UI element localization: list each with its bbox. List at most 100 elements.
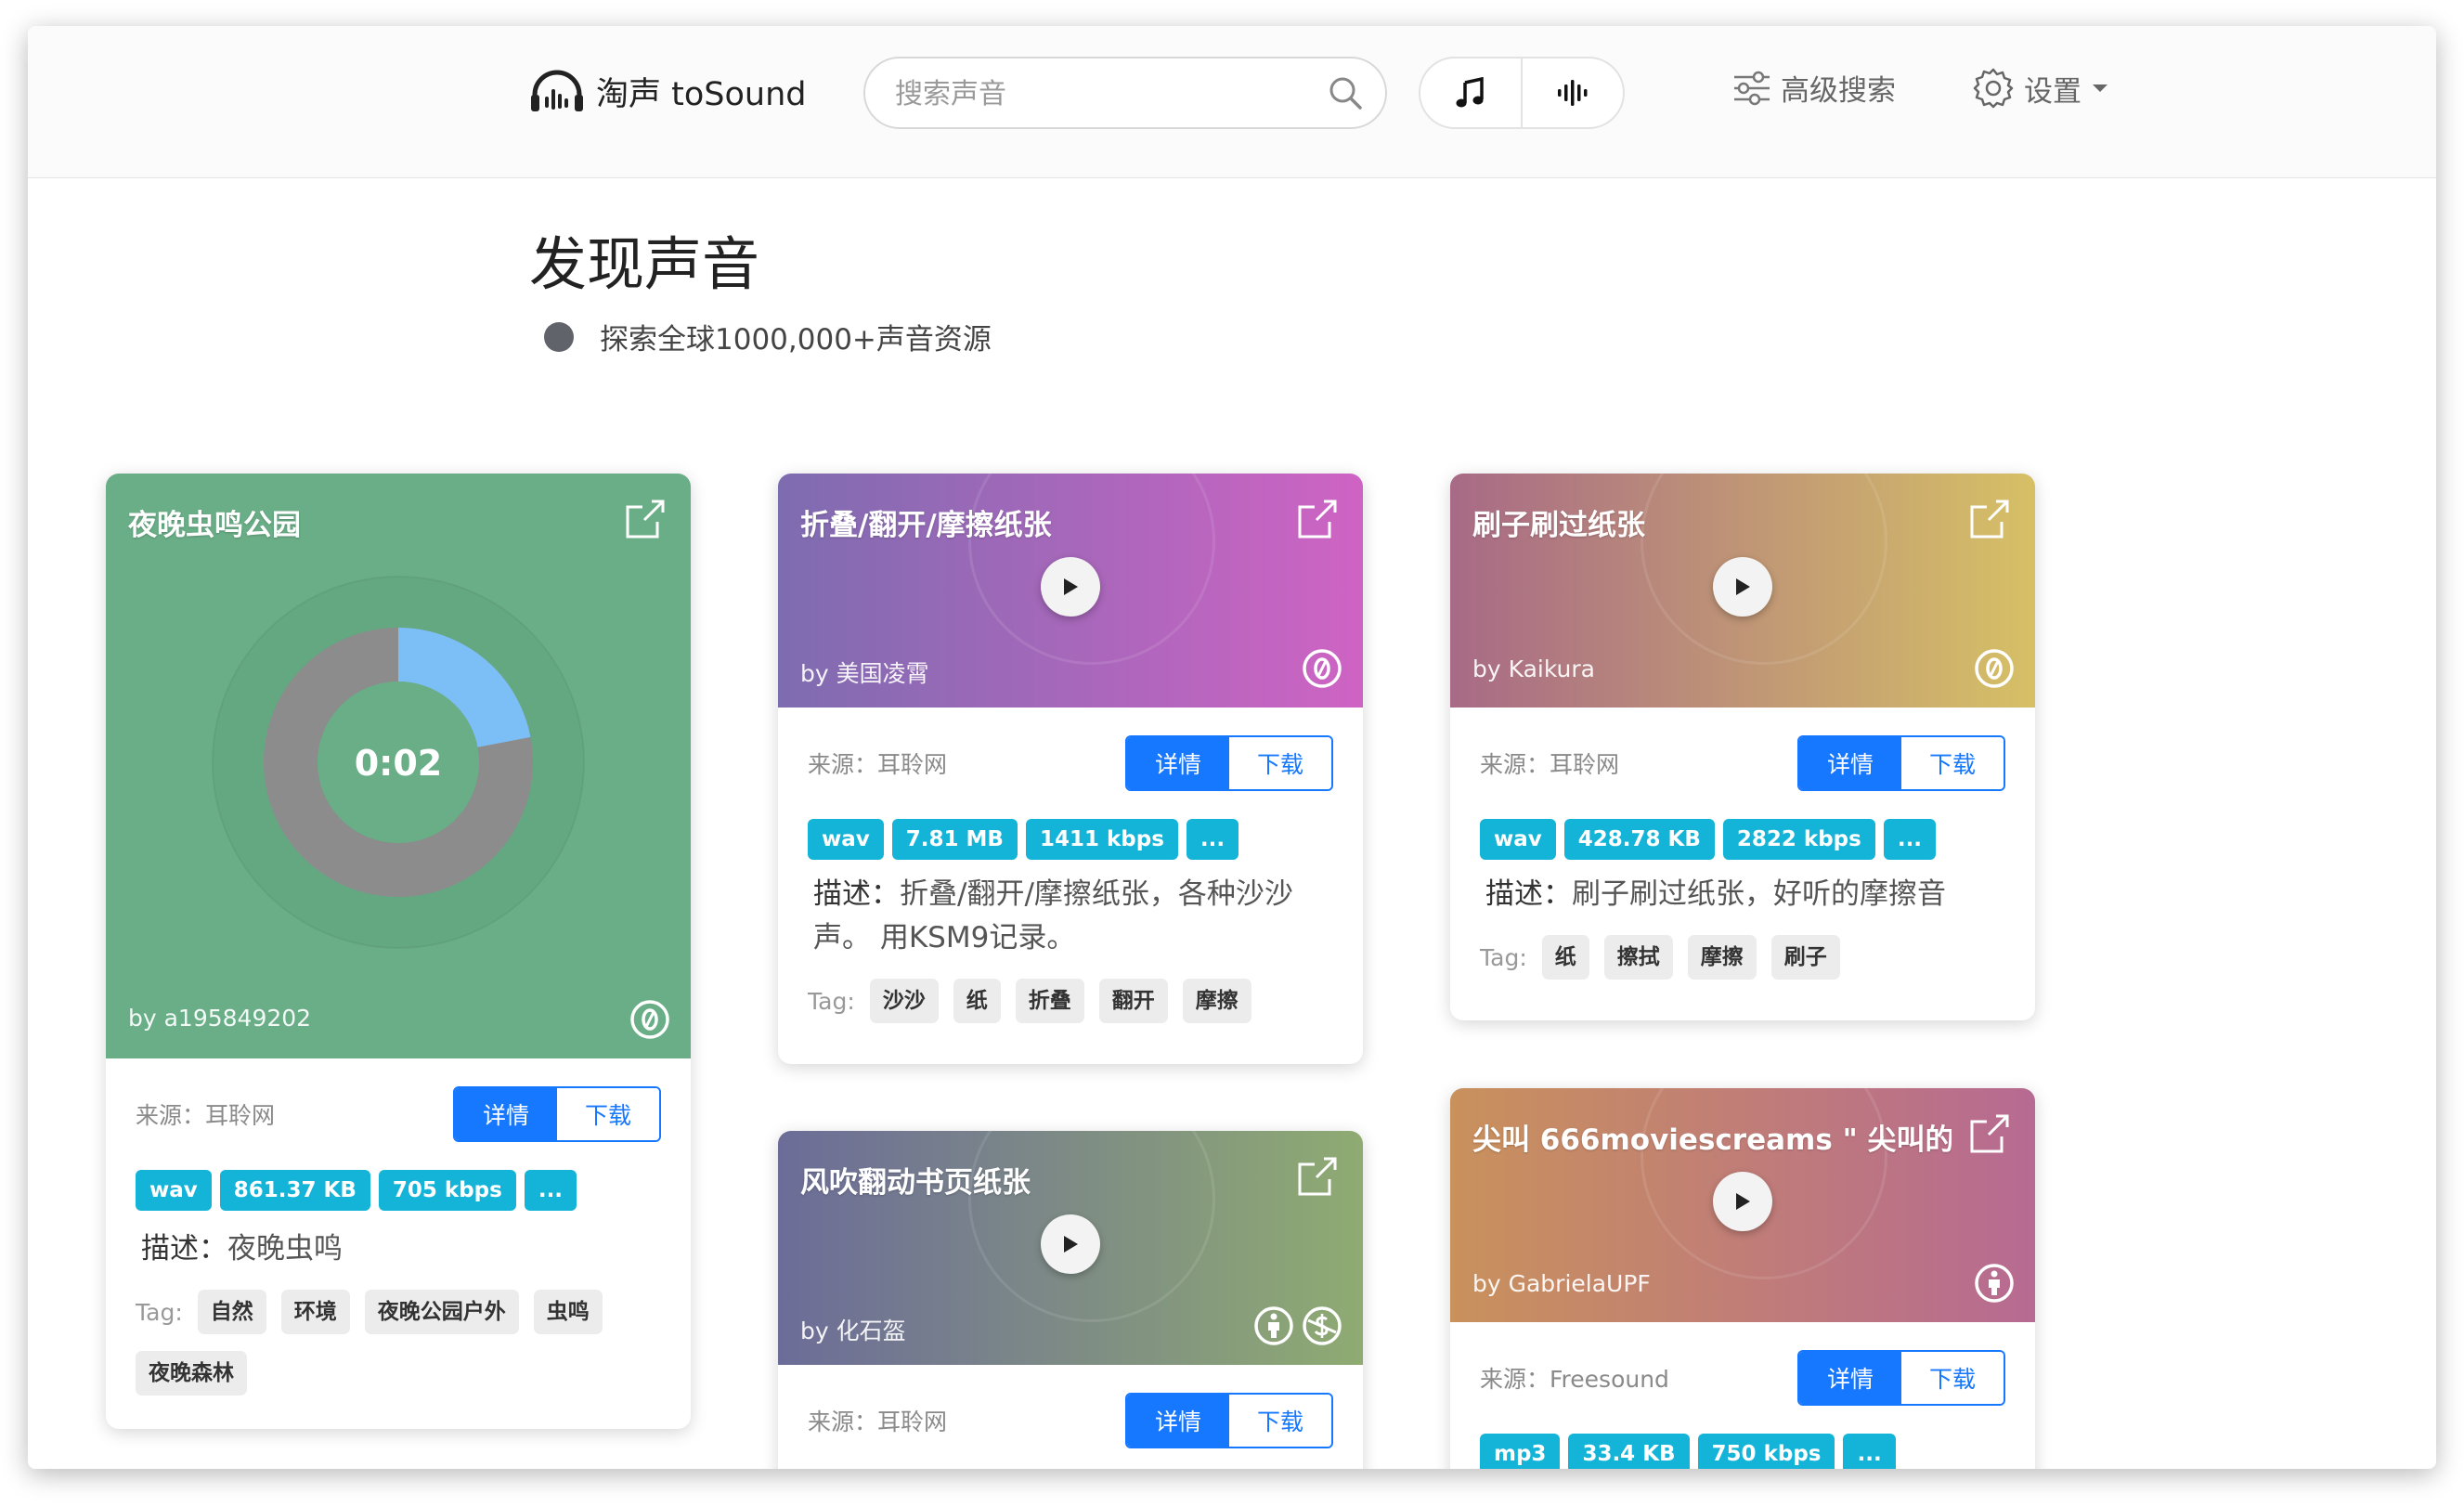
- detail-button[interactable]: 详情: [1799, 737, 1901, 789]
- card-body: 来源：耳聆网 详情 下载 wav 428.78 KB 2822 kbps ...…: [1450, 708, 2035, 1020]
- sound-title[interactable]: 风吹翻动书页纸张: [800, 1159, 1279, 1201]
- card-header: 夜晚虫鸣公园 0:02 by a195849202: [106, 474, 691, 1058]
- size-badge: 7.81 MB: [891, 819, 1018, 860]
- description: 描述：夜晚虫鸣: [136, 1227, 661, 1271]
- search-mode-toggle: [1419, 57, 1625, 129]
- tag-chip[interactable]: 虫鸣: [533, 1290, 603, 1334]
- sliders-icon: [1734, 71, 1770, 105]
- detail-button[interactable]: 详情: [1799, 1352, 1901, 1404]
- sound-card: 折叠/翻开/摩擦纸张 by 美国凌霄 来源：耳聆网 详情 下载 wav 7.81…: [778, 474, 1363, 1064]
- music-mode-button[interactable]: [1420, 58, 1521, 127]
- play-icon: [1736, 578, 1750, 595]
- attribution-icon[interactable]: [1974, 1263, 2015, 1304]
- sound-title[interactable]: 折叠/翻开/摩擦纸张: [800, 501, 1279, 543]
- main-content: 发现声音 探索全球1000,000+声音资源 夜晚虫鸣公园 0:02 by a1…: [28, 178, 2436, 1469]
- browser-page: 淘声 toSound 搜索声音 高级搜索 设置 发现声音 探索全球1000,00…: [28, 26, 2436, 1469]
- author-name[interactable]: by a195849202: [128, 1005, 311, 1032]
- search-icon[interactable]: [1328, 75, 1363, 110]
- sound-card: 风吹翻动书页纸张 by 化石盔 来源：耳聆网 详情 下载: [778, 1131, 1363, 1469]
- tag-chip[interactable]: 纸: [953, 979, 1001, 1023]
- bitrate-badge: 1411 kbps: [1025, 819, 1178, 860]
- download-button[interactable]: 下载: [1229, 737, 1331, 789]
- play-icon: [1736, 1193, 1750, 1210]
- sound-title[interactable]: 尖叫 666moviescreams " 尖叫的女人: [1472, 1116, 1952, 1158]
- cc0-icon[interactable]: [629, 999, 670, 1040]
- download-button[interactable]: 下载: [1901, 737, 2004, 789]
- play-button[interactable]: [1713, 1172, 1772, 1231]
- action-buttons: 详情 下载: [1797, 1350, 2005, 1406]
- brand-logo[interactable]: 淘声 toSound: [529, 67, 806, 115]
- music-note-icon: [1456, 77, 1484, 108]
- author-name[interactable]: by 化石盔: [800, 1313, 906, 1346]
- source-row: 来源：Freesound 详情 下载: [1480, 1322, 2005, 1406]
- download-button[interactable]: 下载: [1229, 1395, 1331, 1447]
- external-link-icon[interactable]: [1296, 1155, 1339, 1198]
- tag-label: Tag:: [136, 1298, 183, 1326]
- sound-card: 刷子刷过纸张 by Kaikura 来源：耳聆网 详情 下载 wav 428.7…: [1450, 474, 2035, 1020]
- author-name[interactable]: by 美国凌霄: [800, 656, 929, 689]
- tag-chip[interactable]: 折叠: [1015, 979, 1084, 1023]
- tag-list: Tag: 沙沙 纸 折叠 翻开 摩擦: [808, 979, 1333, 1064]
- more-info-badge[interactable]: ...: [1186, 819, 1239, 860]
- description-label: 描述：: [1485, 877, 1572, 911]
- external-link-icon[interactable]: [1968, 498, 2011, 540]
- format-badge: wav: [808, 819, 884, 860]
- bitrate-badge: 2822 kbps: [1722, 819, 1875, 860]
- tag-chip[interactable]: 摩擦: [1687, 935, 1757, 980]
- card-header: 折叠/翻开/摩擦纸张 by 美国凌霄: [778, 474, 1363, 708]
- size-badge: 33.4 KB: [1568, 1434, 1690, 1469]
- external-link-icon[interactable]: [1296, 498, 1339, 540]
- tag-chip[interactable]: 夜晚公园户外: [364, 1290, 519, 1334]
- attribution-icon[interactable]: [1253, 1305, 1294, 1346]
- more-info-badge[interactable]: ...: [524, 1170, 577, 1211]
- description-label: 描述：: [141, 1232, 227, 1266]
- sound-title[interactable]: 刷子刷过纸张: [1472, 501, 1952, 543]
- bitrate-badge: 750 kbps: [1697, 1434, 1835, 1469]
- file-info-badges: mp3 33.4 KB 750 kbps ...: [1480, 1434, 2005, 1469]
- tag-chip[interactable]: 环境: [280, 1290, 350, 1334]
- advanced-search-label: 高级搜索: [1781, 74, 1896, 108]
- license-icons: [1302, 648, 1342, 689]
- external-link-icon[interactable]: [624, 498, 667, 540]
- license-icons: [1974, 1263, 2015, 1304]
- format-badge: wav: [1480, 819, 1556, 860]
- detail-button[interactable]: 详情: [1127, 1395, 1229, 1447]
- sound-title[interactable]: 夜晚虫鸣公园: [128, 501, 607, 543]
- settings-dropdown[interactable]: 设置: [1972, 67, 2109, 110]
- play-button[interactable]: [1713, 557, 1772, 617]
- tag-chip[interactable]: 摩擦: [1182, 979, 1251, 1023]
- card-header: 刷子刷过纸张 by Kaikura: [1450, 474, 2035, 708]
- detail-button[interactable]: 详情: [455, 1088, 557, 1140]
- tag-label: Tag:: [1480, 943, 1527, 971]
- cc0-icon[interactable]: [1974, 648, 2015, 689]
- cc0-icon[interactable]: [1302, 648, 1342, 689]
- play-button[interactable]: [1041, 557, 1100, 617]
- bullet-dot: [544, 321, 574, 352]
- description-text: 刷子刷过纸张，好听的摩擦音: [1572, 877, 1946, 911]
- download-button[interactable]: 下载: [557, 1088, 659, 1140]
- tag-chip[interactable]: 沙沙: [869, 979, 939, 1023]
- author-name[interactable]: by Kaikura: [1472, 656, 1595, 682]
- tag-chip[interactable]: 自然: [197, 1290, 266, 1334]
- external-link-icon[interactable]: [1968, 1112, 2011, 1155]
- tag-chip[interactable]: 擦拭: [1603, 935, 1673, 980]
- tag-chip[interactable]: 刷子: [1770, 935, 1840, 980]
- card-body: 来源：耳聆网 详情 下载 wav 861.37 KB 705 kbps ... …: [106, 1058, 691, 1429]
- search-input[interactable]: [893, 68, 1305, 120]
- tag-chip[interactable]: 纸: [1541, 935, 1589, 980]
- file-info-badges: wav 428.78 KB 2822 kbps ...: [1480, 819, 2005, 860]
- download-button[interactable]: 下载: [1901, 1352, 2004, 1404]
- detail-button[interactable]: 详情: [1127, 737, 1229, 789]
- tag-chip[interactable]: 翻开: [1098, 979, 1168, 1023]
- noncommercial-icon[interactable]: [1302, 1305, 1342, 1346]
- tag-chip[interactable]: 夜晚森林: [136, 1351, 247, 1396]
- play-button[interactable]: [1041, 1214, 1100, 1274]
- more-info-badge[interactable]: ...: [1843, 1434, 1896, 1469]
- author-name[interactable]: by GabrielaUPF: [1472, 1270, 1651, 1297]
- description-label: 描述：: [813, 877, 900, 911]
- waveform-mode-button[interactable]: [1521, 58, 1623, 127]
- page-subtitle: 探索全球1000,000+声音资源: [544, 316, 992, 357]
- more-info-badge[interactable]: ...: [1883, 819, 1937, 860]
- settings-label: 设置: [2024, 74, 2081, 109]
- advanced-search-link[interactable]: 高级搜索: [1732, 67, 1896, 109]
